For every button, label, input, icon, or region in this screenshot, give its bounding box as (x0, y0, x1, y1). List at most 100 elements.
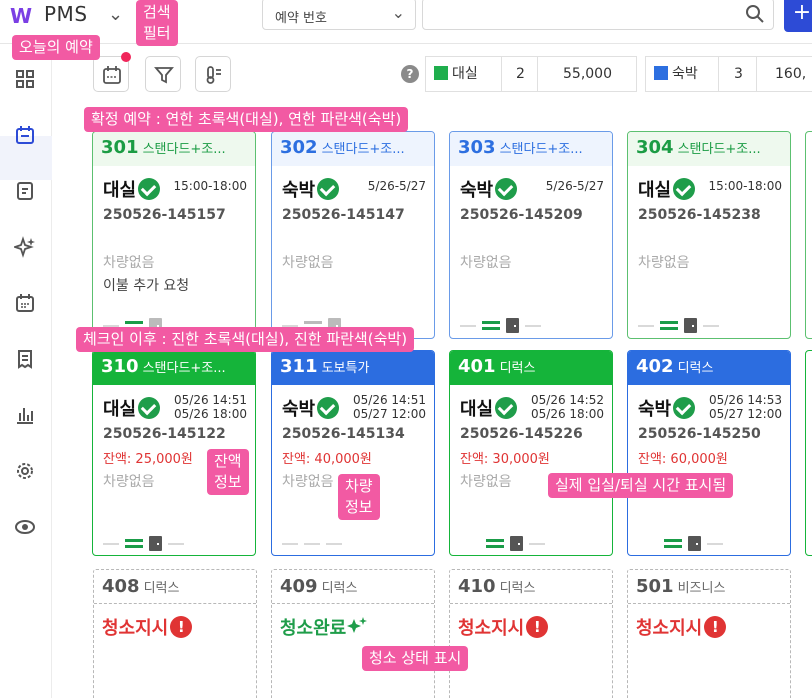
bed-icon (660, 321, 678, 330)
room-type: 디럭스 (321, 581, 358, 596)
room-card-304[interactable]: 304 스탠다드+조... 대실 15:00-18:00 250526-14523… (627, 131, 791, 339)
settings-icon[interactable] (14, 460, 36, 482)
balance: 잔액: 25,000원 (103, 452, 193, 467)
stay-kind: 대실 (638, 180, 672, 201)
blue-square-icon (654, 66, 668, 80)
stat-amount: 55,000 (537, 57, 637, 91)
reservation-number: 250526-145134 (282, 426, 405, 442)
search-type-select[interactable]: 예약 번호 ⌄ (262, 0, 416, 30)
annotation-confirmed: 확정 예약 : 연한 초록색(대실), 연한 파란색(숙박) (84, 107, 409, 132)
door-icon (688, 536, 701, 551)
dashboard-icon[interactable] (14, 68, 36, 90)
annotation-today: 오늘의 예약 (12, 35, 100, 60)
room-card-410[interactable]: 410 디럭스 청소지시! (449, 569, 613, 698)
chevron-down-icon[interactable]: ⌄ (108, 4, 123, 25)
bed-icon (486, 539, 504, 548)
room-card-402[interactable]: 402 디럭스 숙박 05/26 14:53 05/27 12:00 250526-… (627, 350, 791, 556)
checkin-time: 05/26 14:52 (531, 393, 604, 407)
search-type-value: 예약 번호 (275, 11, 327, 26)
stats-icon[interactable] (14, 404, 36, 426)
room-type: 디럭스 (677, 361, 714, 376)
reservation-number: 250526-145250 (638, 426, 761, 442)
room-card-partial[interactable] (805, 131, 812, 339)
cleaning-status: 청소지시 (102, 618, 169, 639)
receipt-icon[interactable] (14, 348, 36, 370)
chevron-down-icon: ⌄ (391, 3, 405, 22)
filter-button[interactable] (145, 56, 181, 92)
cleaning-sparkle-icon[interactable] (14, 236, 36, 258)
sparkle-icon (347, 617, 368, 633)
door-icon (684, 318, 697, 333)
room-type: 디럭스 (499, 581, 536, 596)
annotation-search-filter: 검색 필터 (136, 0, 178, 46)
room-type: 디럭스 (499, 361, 536, 376)
stat-label: 숙박 (672, 66, 698, 82)
room-card-311[interactable]: 311 도보특가 숙박 05/26 14:51 05/27 12:00 250526… (271, 350, 435, 556)
help-icon[interactable]: ? (401, 65, 419, 83)
checkout-time: 05/26 18:00 (174, 407, 247, 421)
room-card-301[interactable]: 301 스탠다드+조... 대실 15:00-18:00 250526-14515… (92, 131, 256, 339)
checkin-time: 05/26 14:53 (709, 393, 782, 407)
bed-icon (664, 539, 682, 548)
room-type: 도보특가 (321, 361, 370, 376)
room-card-303[interactable]: 303 스탠다드+조... 숙박 5/26-5/27 250526-145209 … (449, 131, 613, 339)
reservation-number: 250526-145238 (638, 207, 761, 223)
room-number: 409 (280, 576, 318, 597)
room-number: 310 (101, 356, 139, 377)
car-info: 차량없음 (103, 474, 155, 490)
balance: 잔액: 30,000원 (460, 452, 550, 467)
filter-icon (154, 67, 174, 84)
car-info: 차량없음 (638, 255, 690, 271)
door-icon (510, 536, 523, 551)
room-card-408[interactable]: 408 디럭스 청소지시! (93, 569, 257, 698)
calendar-icon (103, 66, 121, 84)
stat-sukbak: 숙박 3 160, (645, 56, 812, 92)
thermometer-icon (206, 66, 221, 84)
check-icon (495, 397, 518, 419)
exclamation-icon: ! (704, 616, 727, 638)
notification-dot (121, 52, 131, 62)
view-icon[interactable] (14, 516, 36, 538)
room-type: 스탠다드+조... (321, 142, 405, 157)
room-type: 스탠다드+조... (677, 142, 761, 157)
room-type: 스탠다드+조... (142, 142, 226, 157)
room-card-302[interactable]: 302 스탠다드+조... 숙박 5/26-5/27 250526-145147 … (271, 131, 435, 339)
room-card-401[interactable]: 401 디럭스 대실 05/26 14:52 05/26 18:00 250526-… (449, 350, 613, 556)
annotation-car: 차량 정보 (338, 474, 380, 520)
check-icon (673, 178, 696, 200)
search-input[interactable] (422, 0, 774, 30)
calendar-icon[interactable] (14, 292, 36, 314)
checkin-time: 05/26 14:51 (353, 393, 426, 407)
reservation-calendar-icon[interactable] (14, 124, 36, 146)
room-number: 304 (636, 137, 674, 158)
green-square-icon (434, 66, 448, 80)
cleaning-status: 청소지시 (636, 618, 703, 639)
exclamation-icon: ! (170, 616, 193, 638)
stay-kind: 대실 (103, 399, 137, 420)
bed-icon (125, 539, 143, 548)
stay-kind: 숙박 (282, 399, 316, 420)
balance: 잔액: 40,000원 (282, 452, 372, 467)
stat-daeshil: 대실 2 55,000 (425, 56, 637, 92)
car-info: 차량없음 (460, 255, 512, 271)
room-number: 301 (101, 137, 139, 158)
room-number: 402 (636, 356, 674, 377)
check-icon (138, 178, 161, 200)
request-note: 이불 추가 요청 (103, 278, 190, 294)
report-icon[interactable] (14, 180, 36, 202)
cleaning-status: 청소지시 (458, 618, 525, 639)
room-card-501[interactable]: 501 비즈니스 청소지시! (627, 569, 791, 698)
temperature-button[interactable] (195, 56, 231, 92)
checkout-time: 05/27 12:00 (353, 407, 426, 421)
search-icon[interactable] (745, 4, 765, 24)
reservation-number: 250526-145122 (103, 426, 226, 442)
car-info: 차량없음 (282, 474, 334, 490)
room-number: 302 (280, 137, 318, 158)
stay-time: 5/26-5/27 (545, 179, 604, 193)
room-card-partial[interactable] (805, 350, 812, 556)
car-info: 차량없음 (282, 255, 334, 271)
room-card-409[interactable]: 409 디럭스 청소완료 (271, 569, 435, 698)
add-button[interactable]: + (784, 0, 812, 32)
annotation-balance: 잔액 정보 (207, 449, 249, 495)
reservation-number: 250526-145226 (460, 426, 583, 442)
